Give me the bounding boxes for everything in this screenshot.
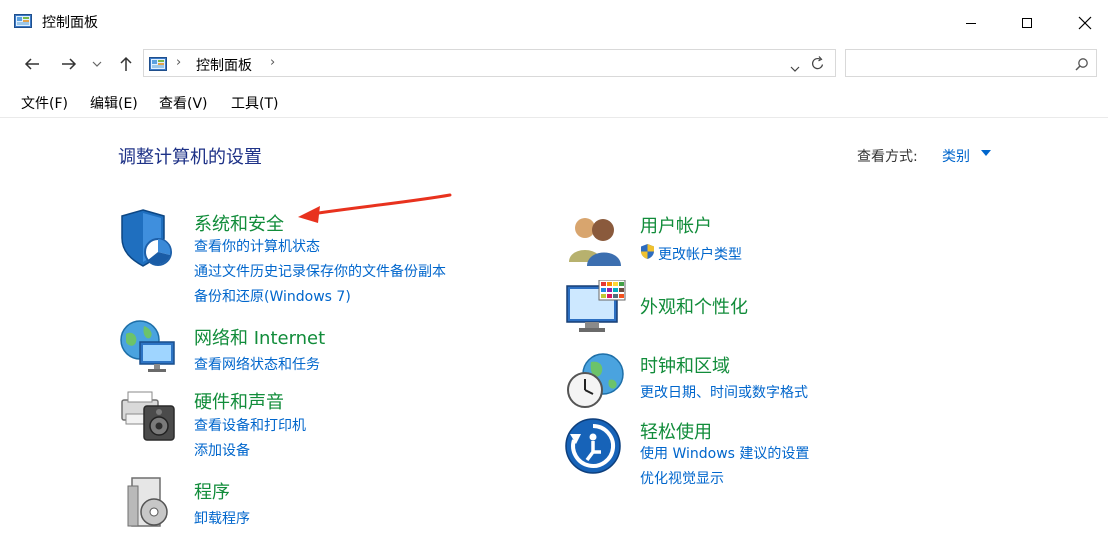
network-globe-icon[interactable] bbox=[118, 318, 178, 378]
menu-divider bbox=[0, 117, 1108, 118]
maximize-button[interactable] bbox=[1004, 0, 1050, 45]
address-dropdown-icon[interactable] bbox=[790, 58, 800, 77]
uac-shield-icon bbox=[640, 243, 655, 264]
search-box[interactable] bbox=[845, 49, 1097, 77]
control-panel-icon bbox=[149, 56, 167, 71]
refresh-icon[interactable] bbox=[811, 55, 825, 75]
link-change-account-type[interactable]: 更改帐户类型 bbox=[658, 244, 742, 264]
category-clock-region[interactable]: 时钟和区域 bbox=[640, 352, 730, 378]
user-accounts-icon[interactable] bbox=[565, 212, 625, 272]
shield-icon[interactable] bbox=[118, 208, 178, 268]
link-view-computer-status[interactable]: 查看你的计算机状态 bbox=[194, 236, 320, 256]
appearance-monitor-icon[interactable] bbox=[565, 279, 626, 340]
minimize-button[interactable] bbox=[948, 0, 994, 45]
link-backup-restore[interactable]: 备份和还原(Windows 7) bbox=[194, 286, 351, 306]
menu-view[interactable]: 查看(V) bbox=[159, 93, 208, 113]
breadcrumb-chevron-icon[interactable]: › bbox=[270, 55, 275, 70]
search-icon[interactable] bbox=[1075, 56, 1089, 75]
page-title: 调整计算机的设置 bbox=[118, 147, 262, 168]
breadcrumb-control-panel[interactable]: 控制面板 bbox=[196, 55, 252, 75]
link-optimize-visual-display[interactable]: 优化视觉显示 bbox=[640, 468, 724, 488]
category-appearance[interactable]: 外观和个性化 bbox=[640, 293, 748, 319]
link-change-date-time-format[interactable]: 更改日期、时间或数字格式 bbox=[640, 382, 808, 402]
printer-speaker-icon[interactable] bbox=[118, 384, 178, 444]
chevron-down-icon[interactable] bbox=[89, 52, 105, 76]
menu-file[interactable]: 文件(F) bbox=[21, 93, 68, 113]
category-network-internet[interactable]: 网络和 Internet bbox=[194, 324, 325, 350]
window-title: 控制面板 bbox=[42, 15, 98, 31]
programs-disc-icon[interactable] bbox=[118, 470, 178, 530]
forward-arrow-icon[interactable] bbox=[57, 52, 81, 76]
back-arrow-icon[interactable] bbox=[20, 52, 44, 76]
search-input[interactable] bbox=[850, 53, 1069, 75]
control-panel-icon bbox=[14, 13, 32, 28]
category-user-accounts[interactable]: 用户帐户 bbox=[640, 212, 712, 238]
up-arrow-icon[interactable] bbox=[114, 52, 138, 76]
title-bar: 控制面板 bbox=[0, 0, 1108, 45]
address-bar[interactable]: › 控制面板 › bbox=[143, 49, 836, 77]
menu-edit[interactable]: 编辑(E) bbox=[90, 93, 138, 113]
caret-down-icon[interactable] bbox=[981, 150, 991, 156]
link-network-status[interactable]: 查看网络状态和任务 bbox=[194, 354, 320, 374]
link-add-device[interactable]: 添加设备 bbox=[194, 440, 250, 460]
category-programs[interactable]: 程序 bbox=[194, 478, 230, 504]
link-devices-printers[interactable]: 查看设备和打印机 bbox=[194, 415, 306, 435]
category-ease-of-access[interactable]: 轻松使用 bbox=[640, 418, 712, 444]
clock-globe-icon[interactable] bbox=[565, 350, 625, 410]
link-uninstall-program[interactable]: 卸载程序 bbox=[194, 508, 250, 528]
annotation-arrow-icon bbox=[298, 193, 452, 223]
category-hardware-sound[interactable]: 硬件和声音 bbox=[194, 388, 284, 414]
link-file-history-backup[interactable]: 通过文件历史记录保存你的文件备份副本 bbox=[194, 261, 446, 281]
menu-tools[interactable]: 工具(T) bbox=[231, 93, 278, 113]
view-by-label: 查看方式: bbox=[857, 149, 918, 165]
category-system-security[interactable]: 系统和安全 bbox=[194, 210, 284, 236]
breadcrumb-chevron-icon[interactable]: › bbox=[176, 55, 181, 70]
link-windows-recommended-settings[interactable]: 使用 Windows 建议的设置 bbox=[640, 443, 809, 463]
ease-of-access-icon[interactable] bbox=[565, 416, 625, 476]
view-by-dropdown[interactable]: 类别 bbox=[942, 146, 970, 166]
close-button[interactable] bbox=[1062, 0, 1108, 45]
